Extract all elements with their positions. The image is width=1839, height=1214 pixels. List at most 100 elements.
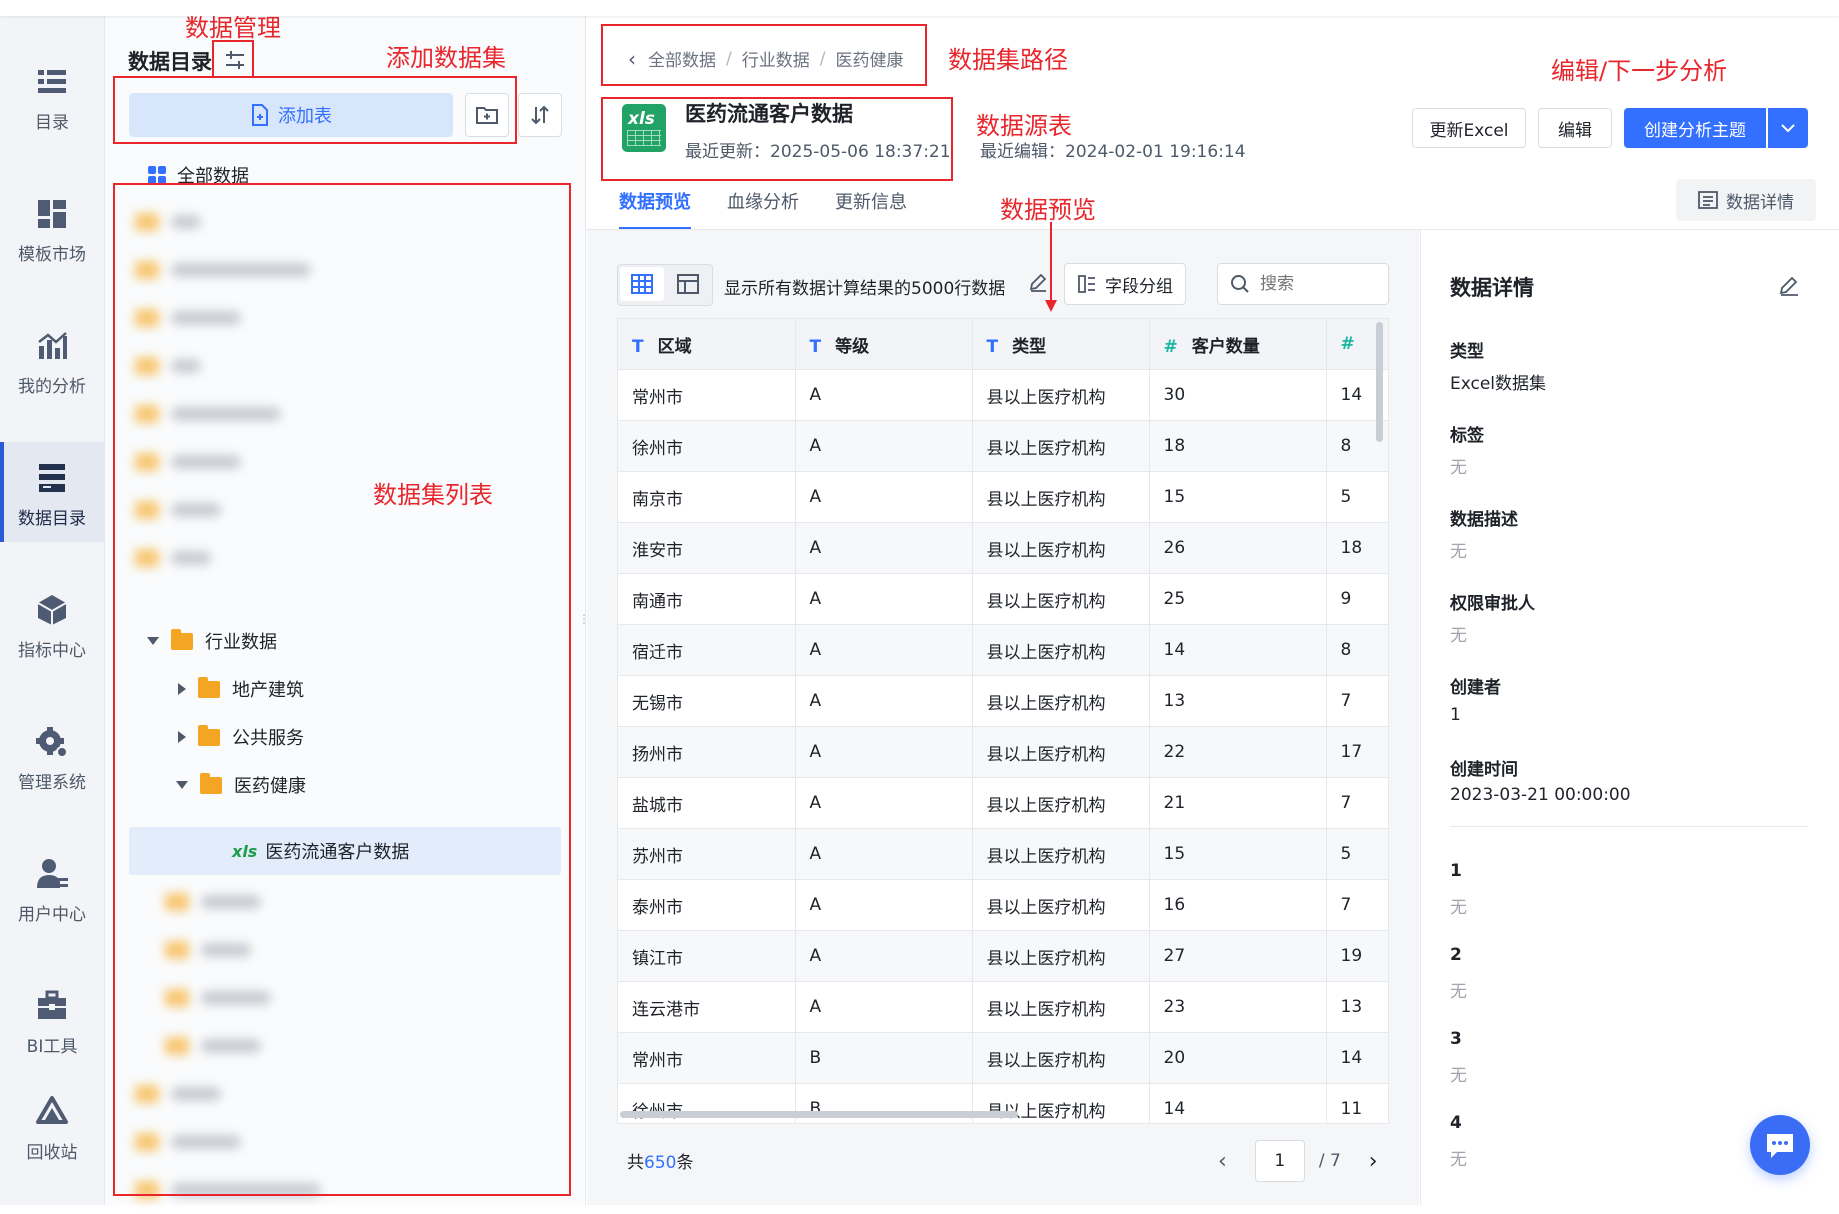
table-cell: 苏州市: [618, 828, 796, 880]
nav-item-template-market[interactable]: 模板市场: [0, 178, 104, 278]
nav-item-metrics-center[interactable]: 指标中心: [0, 574, 104, 674]
table-cell: 26: [1149, 522, 1327, 574]
column-header[interactable]: # 客户数量: [1149, 319, 1327, 370]
column-header[interactable]: T 区域: [618, 319, 796, 370]
table-cell: A: [795, 726, 973, 778]
tree-all-label: 全部数据: [177, 166, 249, 187]
nav-item-management[interactable]: 管理系统: [0, 706, 104, 806]
table-cell: 县以上医疗机构: [972, 522, 1150, 574]
detail-field-value: Excel数据集: [1450, 374, 1547, 394]
detail-title: 数据详情: [1450, 276, 1534, 300]
caret-down-icon: [147, 637, 159, 645]
next-page-icon[interactable]: ›: [1369, 1149, 1378, 1174]
text-type-icon: T: [632, 336, 644, 357]
table-row[interactable]: 连云港市 A 县以上医疗机构 23 13: [618, 981, 1388, 1033]
tab-lineage[interactable]: 血缘分析: [727, 188, 799, 230]
table-row[interactable]: 徐州市 A 县以上医疗机构 18 8: [618, 420, 1388, 472]
vertical-scrollbar[interactable]: [1376, 322, 1383, 442]
table-cell: 20: [1149, 1032, 1327, 1084]
table-row[interactable]: 宿迁市 A 县以上医疗机构 14 8: [618, 624, 1388, 676]
table-cell: A: [795, 828, 973, 880]
nav-item-my-analysis[interactable]: 我的分析: [0, 310, 104, 410]
custom-field-label: 2: [1450, 945, 1462, 965]
table-row[interactable]: 南通市 A 县以上医疗机构 25 9: [618, 573, 1388, 625]
nav-label: 回收站: [26, 1143, 78, 1163]
tab-data-preview[interactable]: 数据预览: [619, 188, 691, 230]
table-row[interactable]: 淮安市 A 县以上医疗机构 26 18: [618, 522, 1388, 574]
table-cell: 县以上医疗机构: [972, 981, 1150, 1033]
tree-folder-industry[interactable]: 行业数据: [147, 621, 277, 661]
table-row[interactable]: 盐城市 A 县以上医疗机构 21 7: [618, 777, 1388, 829]
data-detail-button[interactable]: 数据详情: [1676, 179, 1816, 221]
nav-label: 用户中心: [18, 905, 86, 925]
page-input[interactable]: 1: [1254, 1140, 1305, 1182]
table-cell: 18: [1149, 420, 1327, 472]
table-row[interactable]: 常州市 B 县以上医疗机构 20 14: [618, 1032, 1388, 1084]
tree-folder-public-service[interactable]: 公共服务: [178, 717, 304, 757]
table-cell: 县以上医疗机构: [972, 675, 1150, 727]
add-table-label: 添加表: [278, 106, 332, 127]
field-group-button[interactable]: 字段分组: [1064, 263, 1186, 305]
create-analysis-topic-button[interactable]: 创建分析主题: [1624, 108, 1766, 148]
annotation-label: 编辑/下一步分析: [1551, 57, 1728, 85]
nav-item-catalog[interactable]: 目录: [0, 46, 104, 146]
table-cell: 徐州市: [618, 420, 796, 472]
table-row[interactable]: 常州市 A 县以上医疗机构 30 14: [618, 369, 1388, 421]
edit-button[interactable]: 编辑: [1538, 108, 1612, 148]
breadcrumb-item[interactable]: 行业数据: [742, 46, 810, 71]
table-row[interactable]: 镇江市 A 县以上医疗机构 27 19: [618, 930, 1388, 982]
annotation-label: 添加数据集: [386, 44, 506, 72]
add-table-button[interactable]: 添加表: [129, 93, 453, 137]
folder-icon: [171, 628, 193, 650]
breadcrumb-item[interactable]: 医药健康: [835, 46, 903, 71]
table-cell: 泰州市: [618, 879, 796, 931]
update-excel-button[interactable]: 更新Excel: [1412, 108, 1526, 148]
create-topic-dropdown[interactable]: [1768, 108, 1808, 148]
grid-view-button[interactable]: [620, 267, 664, 301]
layout-view-button[interactable]: [666, 267, 710, 301]
table-row[interactable]: 扬州市 A 县以上医疗机构 22 17: [618, 726, 1388, 778]
tree-dataset-selected[interactable]: xls 医药流通客户数据: [232, 831, 409, 871]
table-cell: 11: [1326, 1083, 1388, 1123]
table-cell: 连云港市: [618, 981, 796, 1033]
table-cell: 16: [1149, 879, 1327, 931]
detail-field-value: 无: [1450, 458, 1467, 478]
tab-update-info[interactable]: 更新信息: [835, 188, 907, 230]
tree-label: 地产建筑: [232, 680, 304, 701]
edit-detail-icon[interactable]: [1778, 274, 1800, 300]
data-management-button[interactable]: [220, 46, 250, 74]
column-header[interactable]: T 类型: [972, 319, 1150, 370]
tree-folder-healthcare[interactable]: 医药健康: [176, 765, 306, 805]
table-row[interactable]: 无锡市 A 县以上医疗机构 13 7: [618, 675, 1388, 727]
tree-all-data[interactable]: 全部数据: [147, 162, 249, 188]
column-name: 客户数量: [1191, 336, 1260, 357]
number-type-icon: #: [1340, 334, 1355, 354]
prev-page-icon[interactable]: ‹: [1218, 1149, 1227, 1174]
table-cell: 常州市: [618, 369, 796, 421]
add-folder-button[interactable]: [465, 93, 509, 137]
sort-button[interactable]: [518, 93, 562, 137]
table-cell: 13: [1149, 675, 1327, 727]
table-cell: 13: [1326, 981, 1388, 1033]
nav-item-recycle-bin[interactable]: 回收站: [0, 1076, 104, 1176]
search-input[interactable]: [1258, 273, 1372, 295]
chat-assistant-button[interactable]: [1750, 1115, 1810, 1175]
total-number: 650: [644, 1153, 677, 1173]
table-row[interactable]: 泰州市 A 县以上医疗机构 16 7: [618, 879, 1388, 931]
table-cell: 14: [1326, 1032, 1388, 1084]
nav-item-bi-tools[interactable]: BI工具: [0, 970, 104, 1070]
column-header[interactable]: T 等级: [795, 319, 973, 370]
back-chevron-icon[interactable]: ‹: [628, 47, 636, 71]
annotation-label: 数据预览: [1000, 196, 1096, 224]
detail-field-label: 创建者: [1450, 678, 1501, 698]
detail-field-value: 无: [1450, 626, 1467, 646]
table-row[interactable]: 苏州市 A 县以上医疗机构 15 5: [618, 828, 1388, 880]
nav-item-user-center[interactable]: 用户中心: [0, 838, 104, 938]
nav-item-data-catalog[interactable]: 数据目录: [0, 442, 104, 542]
table-cell: 县以上医疗机构: [972, 369, 1150, 421]
horizontal-scrollbar[interactable]: [620, 1111, 1018, 1118]
annotation-label: 数据集列表: [373, 481, 493, 509]
breadcrumb-item[interactable]: 全部数据: [648, 46, 716, 71]
table-row[interactable]: 南京市 A 县以上医疗机构 15 5: [618, 471, 1388, 523]
tree-folder-real-estate[interactable]: 地产建筑: [178, 669, 304, 709]
